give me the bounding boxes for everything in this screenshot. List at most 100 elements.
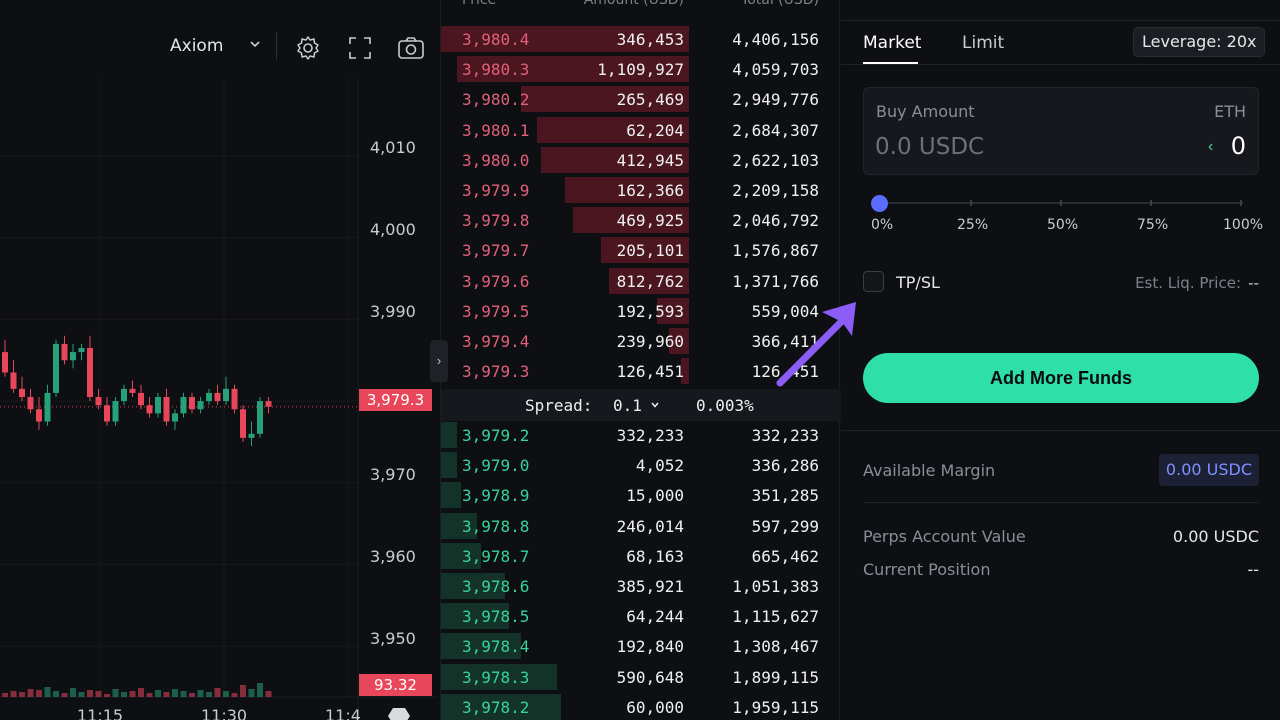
ask-amount: 346,453	[616, 30, 684, 49]
bid-price: 3,978.3	[462, 667, 530, 687]
bid-total: 597,299	[751, 516, 819, 536]
slider-label-100[interactable]: 100%	[1223, 217, 1263, 233]
bid-price: 3,978.2	[462, 697, 530, 717]
volume-bar	[206, 692, 212, 697]
chevron-down-icon[interactable]	[248, 37, 262, 51]
volume-bar	[146, 693, 153, 697]
bid-price: 3,979.0	[462, 456, 530, 476]
section-divider	[841, 430, 1280, 431]
ask-total: 2,046,792	[732, 211, 819, 231]
bid-amount: 590,648	[616, 667, 684, 687]
bid-row[interactable]: 3,978.8 246,014 597,299	[441, 511, 841, 541]
ask-price: 3,979.8	[462, 211, 530, 231]
bid-row[interactable]: 3,979.2 332,233 332,233	[441, 420, 841, 450]
slider-label-25[interactable]: 25%	[957, 217, 988, 233]
section-divider	[863, 502, 1259, 503]
available-margin-value: 0.00 USDC	[1158, 454, 1259, 486]
ask-total: 366,411	[751, 332, 819, 351]
ask-price: 3,979.7	[462, 241, 530, 261]
order-book-header: Price Amount (USD) Total (USD)	[441, 0, 841, 10]
est-liq-price-label: Est. Liq. Price:	[1135, 274, 1241, 292]
ask-row[interactable]: 3,979.3 126,451 126,451	[441, 356, 841, 386]
spread-step-selector[interactable]: 0.1	[613, 396, 642, 415]
price-axis-label: 4,010	[370, 138, 416, 157]
slider-label-50[interactable]: 50%	[1047, 217, 1078, 233]
ask-row[interactable]: 3,980.0 412,945 2,622,103	[441, 145, 841, 175]
bid-row[interactable]: 3,978.5 64,244 1,115,627	[441, 601, 841, 631]
ask-row[interactable]: 3,979.6 812,762 1,371,766	[441, 266, 841, 296]
volume-bar	[104, 694, 110, 697]
depth-bar	[441, 422, 457, 448]
camera-icon[interactable]	[397, 34, 425, 62]
slider-label-75[interactable]: 75%	[1137, 217, 1168, 233]
collapse-chart-button[interactable]: ›	[430, 340, 448, 382]
amount-slider[interactable]	[871, 194, 1243, 214]
asset-label: ETH	[1214, 102, 1246, 121]
ask-total: 2,684,307	[732, 120, 819, 140]
candle-body	[2, 352, 8, 373]
ask-row[interactable]: 3,979.5 192,593 559,004	[441, 296, 841, 326]
slider-thumb[interactable]	[871, 195, 888, 212]
ask-row[interactable]: 3,980.4 346,453 4,406,156	[441, 24, 841, 54]
volume-bar	[95, 691, 102, 697]
swap-units-icon[interactable]: ‹	[1208, 138, 1213, 156]
depth-bar	[441, 452, 457, 479]
ask-total: 1,576,867	[732, 241, 819, 261]
bid-row[interactable]: 3,978.9 15,000 351,285	[441, 480, 841, 510]
volume-bar	[248, 689, 255, 697]
ask-amount: 192,593	[616, 301, 684, 321]
buy-amount-input[interactable]	[875, 132, 1175, 162]
candle-body	[87, 347, 93, 398]
slider-tick	[970, 200, 972, 206]
bid-total: 1,115,627	[732, 607, 819, 627]
bid-row[interactable]: 3,978.3 590,648 1,899,115	[441, 662, 841, 692]
chevron-down-icon[interactable]	[650, 400, 660, 410]
volume-bar	[240, 685, 246, 697]
candle-body	[248, 433, 255, 438]
column-header-amount: Amount (USD)	[583, 0, 684, 8]
hexagon-icon[interactable]	[387, 706, 411, 720]
ask-total: 4,406,156	[732, 30, 819, 49]
volume-bar	[197, 690, 204, 697]
tpsl-checkbox[interactable]	[863, 271, 884, 292]
bid-row[interactable]: 3,979.0 4,052 336,286	[441, 450, 841, 480]
ask-row[interactable]: 3,980.1 62,204 2,684,307	[441, 115, 841, 145]
bid-row[interactable]: 3,978.4 192,840 1,308,467	[441, 631, 841, 661]
ask-row[interactable]: 3,980.3 1,109,927 4,059,703	[441, 54, 841, 84]
tab-limit[interactable]: Limit	[962, 33, 1004, 53]
bid-price: 3,978.6	[462, 577, 530, 596]
volume-bar	[87, 690, 93, 697]
candlestick-chart[interactable]	[0, 0, 438, 720]
data-provider-label[interactable]: Axiom	[170, 36, 223, 56]
bid-total: 665,462	[751, 546, 819, 566]
ask-row[interactable]: 3,979.9 162,366 2,209,158	[441, 175, 841, 205]
bid-row[interactable]: 3,978.7 68,163 665,462	[441, 541, 841, 571]
ask-row[interactable]: 3,979.7 205,101 1,576,867	[441, 235, 841, 265]
bid-amount: 60,000	[626, 697, 684, 717]
ask-total: 4,059,703	[732, 60, 819, 80]
gear-icon[interactable]	[294, 34, 322, 62]
add-more-funds-button[interactable]: Add More Funds	[863, 353, 1259, 403]
ask-row[interactable]: 3,980.2 265,469 2,949,776	[441, 84, 841, 114]
chart-panel[interactable]: Axiom 4,010 4,000 3,990 3,970 3,960 3,95…	[0, 0, 438, 720]
ask-row[interactable]: 3,979.4 239,960 366,411	[441, 326, 841, 356]
slider-label-0[interactable]: 0%	[871, 217, 893, 233]
bid-total: 1,308,467	[732, 637, 819, 657]
candle-body	[206, 392, 212, 402]
slider-tick	[1150, 200, 1152, 206]
ask-price: 3,980.1	[462, 120, 530, 140]
tpsl-label[interactable]: TP/SL	[896, 273, 940, 292]
ask-amount: 239,960	[616, 332, 684, 351]
available-margin-label: Available Margin	[863, 461, 996, 480]
buy-amount-box[interactable]: Buy Amount ETH ‹ 0	[863, 87, 1259, 175]
tab-market[interactable]: Market	[863, 33, 921, 53]
volume-bar	[129, 691, 136, 697]
bid-amount: 68,163	[626, 546, 684, 566]
candle-body	[53, 343, 59, 393]
slider-tick	[1060, 200, 1062, 206]
bid-row[interactable]: 3,978.6 385,921 1,051,383	[441, 571, 841, 601]
ask-row[interactable]: 3,979.8 469,925 2,046,792	[441, 205, 841, 235]
leverage-button[interactable]: Leverage: 20x	[1133, 27, 1266, 57]
fullscreen-icon[interactable]	[346, 34, 374, 62]
bid-row[interactable]: 3,978.2 60,000 1,959,115	[441, 692, 841, 720]
